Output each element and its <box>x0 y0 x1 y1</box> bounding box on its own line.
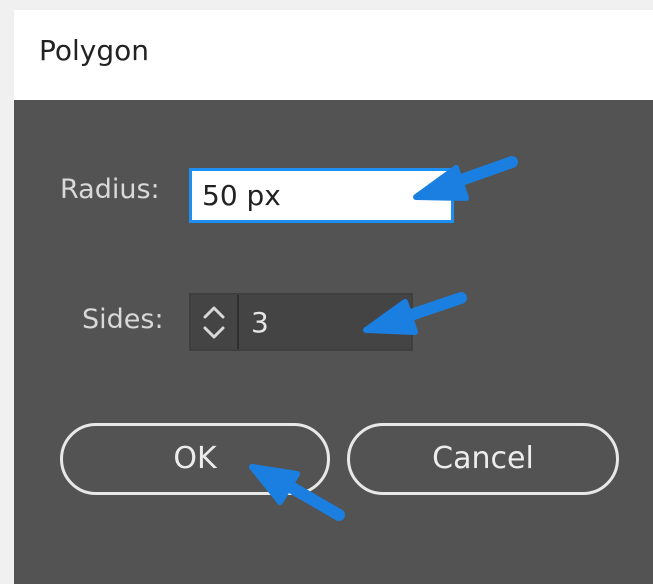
radius-label: Radius: <box>60 174 160 205</box>
sides-label: Sides: <box>82 304 164 335</box>
dialog-titlebar: Polygon <box>14 10 653 100</box>
chevron-up-icon[interactable] <box>202 304 226 320</box>
chevron-down-icon[interactable] <box>202 325 226 341</box>
ok-button[interactable]: OK <box>60 423 330 495</box>
sides-spinner[interactable] <box>191 295 239 349</box>
sides-input[interactable] <box>241 295 411 349</box>
cancel-button[interactable]: Cancel <box>347 423 619 495</box>
radius-input[interactable] <box>189 168 454 223</box>
dialog-title: Polygon <box>39 34 150 67</box>
polygon-dialog: Polygon Radius: Sides: OK Cancel <box>14 10 653 584</box>
sides-field <box>189 293 413 351</box>
